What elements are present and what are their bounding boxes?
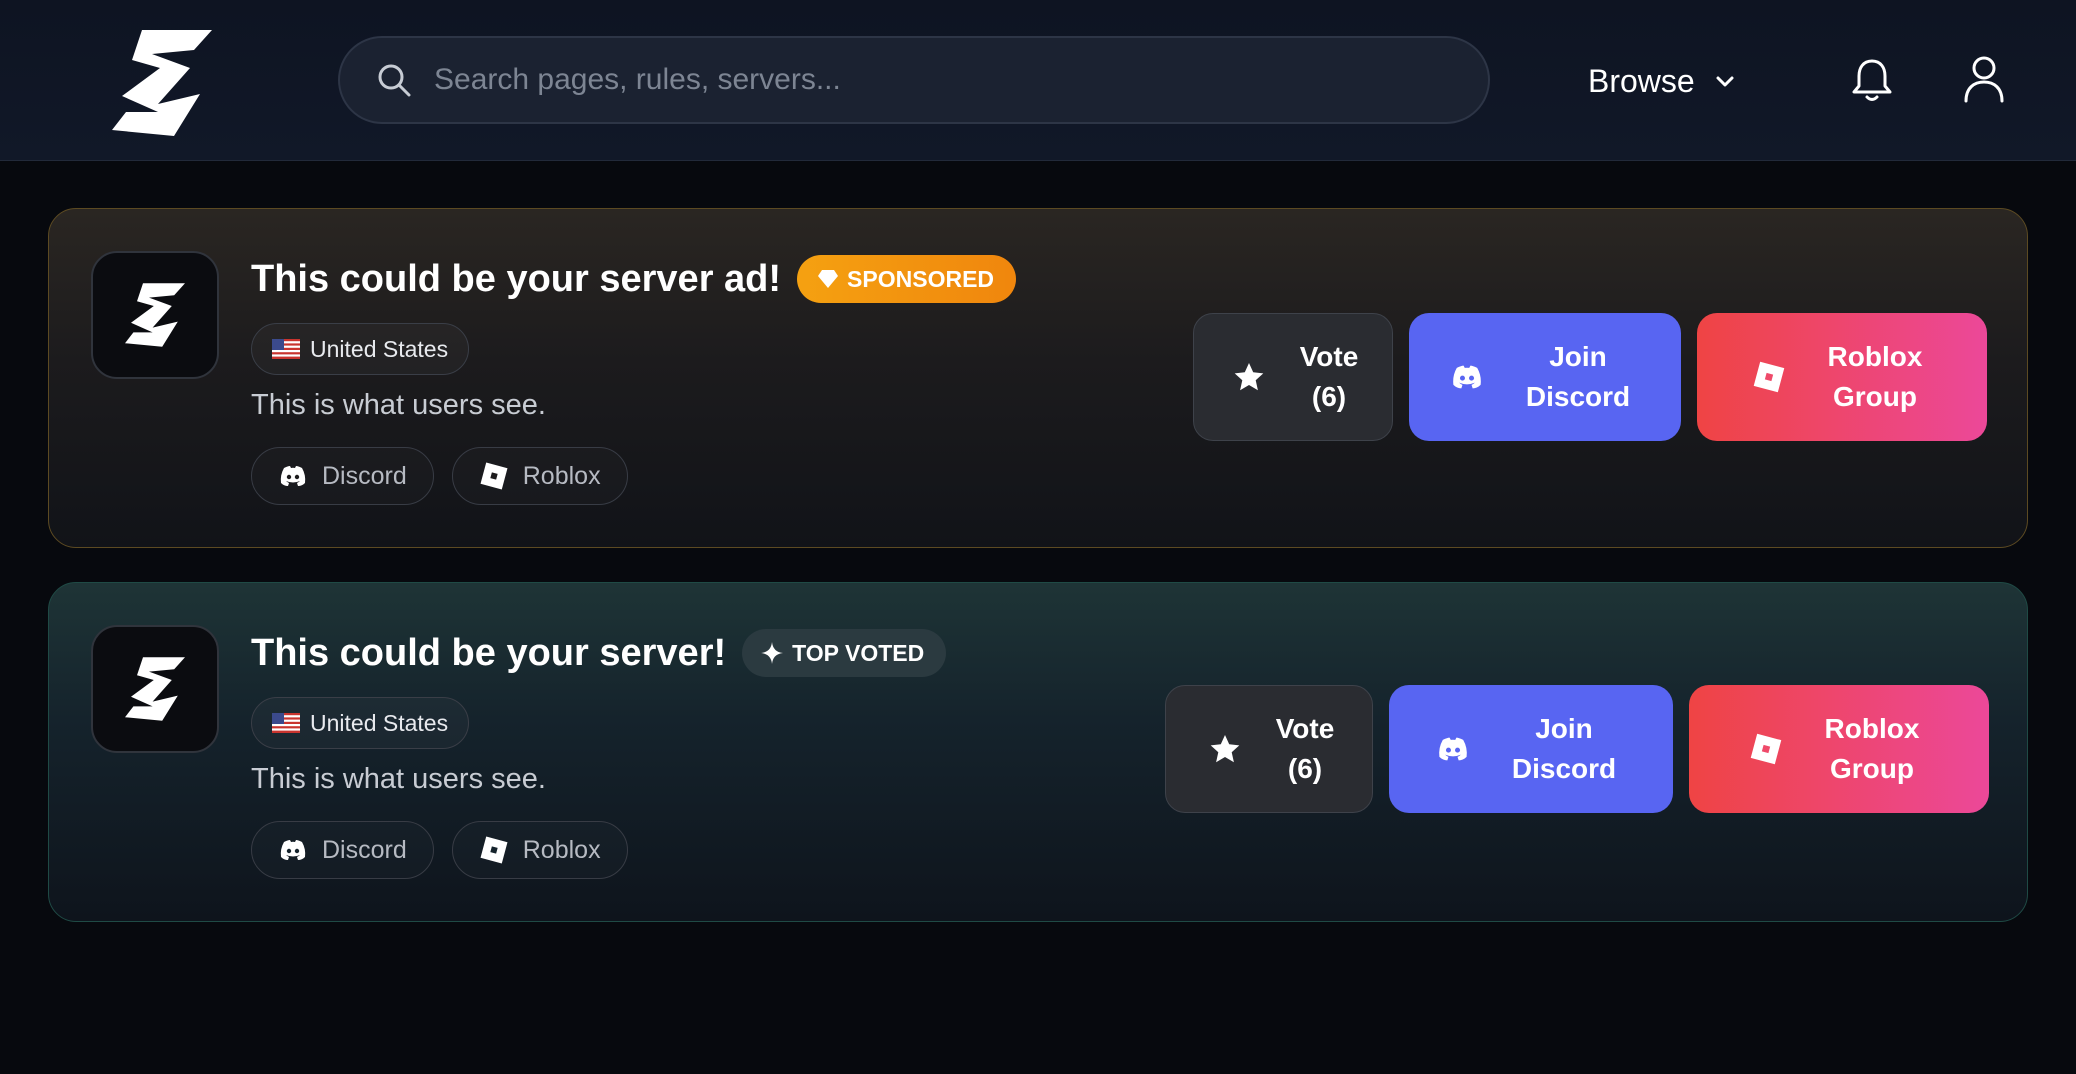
star-icon — [1210, 735, 1239, 763]
browse-label: Browse — [1588, 62, 1695, 99]
server-description: This is what users see. — [251, 763, 546, 795]
lightning-logo-icon[interactable] — [112, 30, 212, 136]
server-card-sponsored: This could be your server ad! SPONSORED … — [48, 208, 2028, 548]
badge-label: SPONSORED — [847, 265, 995, 292]
server-title-row: This could be your server! TOP VOTED — [251, 629, 947, 677]
vote-label: Vote — [1299, 341, 1359, 372]
discord-chip[interactable]: Discord — [251, 821, 434, 879]
us-flag-icon — [272, 713, 300, 733]
star-icon — [1234, 363, 1263, 391]
server-title-row: This could be your server ad! SPONSORED — [251, 255, 1017, 303]
search-bar[interactable] — [338, 36, 1490, 124]
server-avatar[interactable] — [91, 625, 219, 753]
roblox-line-2: Group — [1832, 381, 1917, 412]
server-title: This could be your server ad! — [251, 257, 782, 300]
sparkle-icon — [761, 642, 784, 664]
top-navbar: Browse — [0, 0, 2076, 161]
roblox-line-1: Roblox — [1824, 713, 1920, 744]
server-title: This could be your server! — [251, 631, 727, 674]
join-line-1: Join — [1535, 713, 1593, 744]
vote-label: Vote — [1275, 713, 1335, 744]
platform-chips: Discord Roblox — [251, 821, 628, 879]
country-label: United States — [310, 335, 449, 362]
vote-count: (6) — [1311, 381, 1347, 412]
vote-count: (6) — [1287, 753, 1323, 784]
roblox-line-1: Roblox — [1827, 341, 1923, 372]
country-tag: United States — [251, 323, 470, 375]
diamond-icon — [818, 270, 839, 288]
discord-icon — [280, 840, 306, 860]
join-line-2: Discord — [1525, 381, 1631, 412]
roblox-line-2: Group — [1829, 753, 1914, 784]
roblox-group-button[interactable]: Roblox Group — [1689, 685, 1989, 813]
roblox-group-button[interactable]: Roblox Group — [1697, 313, 1987, 441]
badge-label: TOP VOTED — [792, 639, 925, 666]
search-input[interactable] — [434, 50, 1488, 110]
join-discord-button[interactable]: Join Discord — [1389, 685, 1673, 813]
user-icon[interactable] — [1962, 55, 2006, 103]
country-label: United States — [310, 709, 449, 736]
roblox-icon — [1750, 733, 1781, 765]
top-voted-badge: TOP VOTED — [742, 629, 947, 677]
roblox-chip[interactable]: Roblox — [451, 821, 628, 879]
platform-chips: Discord Roblox — [251, 447, 628, 505]
join-line-2: Discord — [1511, 753, 1617, 784]
chevron-down-icon — [1716, 76, 1734, 87]
roblox-chip[interactable]: Roblox — [451, 447, 628, 505]
us-flag-icon — [272, 339, 300, 359]
discord-icon — [280, 466, 306, 486]
join-line-1: Join — [1549, 341, 1607, 372]
discord-icon — [1439, 737, 1467, 761]
discord-chip[interactable]: Discord — [251, 447, 434, 505]
sponsored-badge: SPONSORED — [797, 255, 1017, 303]
server-avatar[interactable] — [91, 251, 219, 379]
join-discord-button[interactable]: Join Discord — [1409, 313, 1681, 441]
bell-icon[interactable] — [1848, 56, 1896, 104]
lightning-logo-icon — [125, 657, 185, 721]
roblox-icon — [480, 836, 508, 864]
roblox-icon — [1753, 361, 1784, 393]
roblox-chip-label: Roblox — [522, 835, 601, 864]
server-description: This is what users see. — [251, 389, 546, 421]
vote-button[interactable]: Vote (6) — [1165, 685, 1373, 813]
discord-chip-label: Discord — [322, 835, 407, 864]
country-tag: United States — [251, 697, 470, 749]
roblox-icon — [480, 462, 508, 490]
discord-icon — [1453, 365, 1481, 389]
card-actions: Vote (6) Join Discord Roblox Group — [1193, 313, 1987, 441]
server-card-top-voted: This could be your server! TOP VOTED Uni… — [48, 582, 2028, 922]
lightning-logo-icon — [125, 283, 185, 347]
vote-button[interactable]: Vote (6) — [1193, 313, 1393, 441]
search-icon — [378, 64, 411, 97]
roblox-chip-label: Roblox — [522, 461, 601, 490]
discord-chip-label: Discord — [322, 461, 407, 490]
browse-menu-button[interactable]: Browse — [1588, 54, 1737, 108]
card-actions: Vote (6) Join Discord Roblox Group — [1165, 685, 1989, 813]
